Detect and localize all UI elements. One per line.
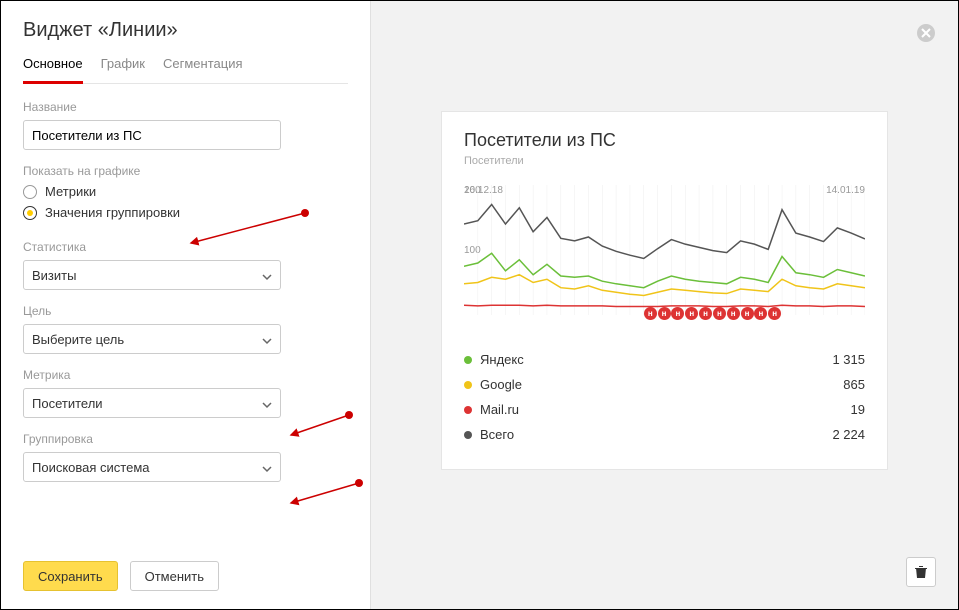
preview-panel: Посетители из ПС Посетители 200 100 нннн… [371, 1, 958, 609]
grouping-select[interactable]: Поисковая система [23, 452, 281, 482]
stat-select[interactable]: Визиты [23, 260, 281, 290]
show-on-chart-label: Показать на графике [23, 164, 348, 178]
holiday-marker: н [644, 307, 657, 320]
chevron-down-icon [262, 398, 272, 408]
legend-dot-icon [464, 431, 472, 439]
tab-segmentation[interactable]: Сегментация [163, 56, 243, 83]
holiday-marker: н [671, 307, 684, 320]
radio-icon [23, 206, 37, 220]
preview-title: Посетители из ПС [464, 130, 865, 151]
radio-group-values[interactable]: Значения группировки [23, 205, 348, 220]
metric-value: Посетители [32, 396, 103, 411]
chart-lines [464, 185, 865, 315]
cancel-button[interactable]: Отменить [130, 561, 219, 591]
legend-name: Всего [480, 427, 514, 442]
legend: Яндекс 1 315 Google 865 Mail.ru 19 Всего 2 224 [464, 347, 865, 447]
legend-name: Mail.ru [480, 402, 519, 417]
chevron-down-icon [262, 462, 272, 472]
save-button[interactable]: Сохранить [23, 561, 118, 591]
delete-button[interactable] [906, 557, 936, 587]
metric-select[interactable]: Посетители [23, 388, 281, 418]
grouping-value: Поисковая система [32, 460, 150, 475]
legend-value: 19 [851, 402, 865, 417]
metric-label: Метрика [23, 368, 348, 382]
legend-value: 865 [843, 377, 865, 392]
dialog-title: Виджет «Линии» [23, 19, 348, 42]
legend-dot-icon [464, 406, 472, 414]
legend-name: Google [480, 377, 522, 392]
preview-subtitle: Посетители [464, 155, 865, 167]
chevron-down-icon [262, 270, 272, 280]
name-label: Название [23, 100, 348, 114]
radio-icon [23, 185, 37, 199]
preview-card: Посетители из ПС Посетители 200 100 нннн… [441, 111, 888, 470]
holiday-marker: н [754, 307, 767, 320]
chart: 200 100 нннннннннн 16.12.18 14.01.19 [464, 185, 865, 335]
goal-label: Цель [23, 304, 348, 318]
holiday-markers: нннннннннн [464, 307, 865, 321]
legend-dot-icon [464, 356, 472, 364]
holiday-marker: н [768, 307, 781, 320]
legend-row: Google 865 [464, 372, 865, 397]
legend-dot-icon [464, 381, 472, 389]
tab-chart[interactable]: График [101, 56, 145, 83]
goal-value: Выберите цель [32, 332, 124, 347]
legend-row: Mail.ru 19 [464, 397, 865, 422]
legend-row: Яндекс 1 315 [464, 347, 865, 372]
legend-value: 1 315 [832, 352, 865, 367]
holiday-marker: н [699, 307, 712, 320]
holiday-marker: н [741, 307, 754, 320]
goal-select[interactable]: Выберите цель [23, 324, 281, 354]
legend-value: 2 224 [832, 427, 865, 442]
holiday-marker: н [658, 307, 671, 320]
settings-panel: Виджет «Линии» Основное График Сегментац… [1, 1, 371, 609]
holiday-marker: н [727, 307, 740, 320]
legend-row: Всего 2 224 [464, 422, 865, 447]
radio-group-values-label: Значения группировки [45, 205, 180, 220]
grouping-label: Группировка [23, 432, 348, 446]
stat-value: Визиты [32, 268, 76, 283]
tab-main[interactable]: Основное [23, 56, 83, 84]
holiday-marker: н [713, 307, 726, 320]
radio-metrics[interactable]: Метрики [23, 184, 348, 199]
stat-label: Статистика [23, 240, 348, 254]
holiday-marker: н [685, 307, 698, 320]
radio-metrics-label: Метрики [45, 184, 96, 199]
close-button[interactable] [916, 23, 936, 43]
name-input[interactable] [23, 120, 281, 150]
chevron-down-icon [262, 334, 272, 344]
tabs: Основное График Сегментация [23, 56, 348, 84]
legend-name: Яндекс [480, 352, 524, 367]
